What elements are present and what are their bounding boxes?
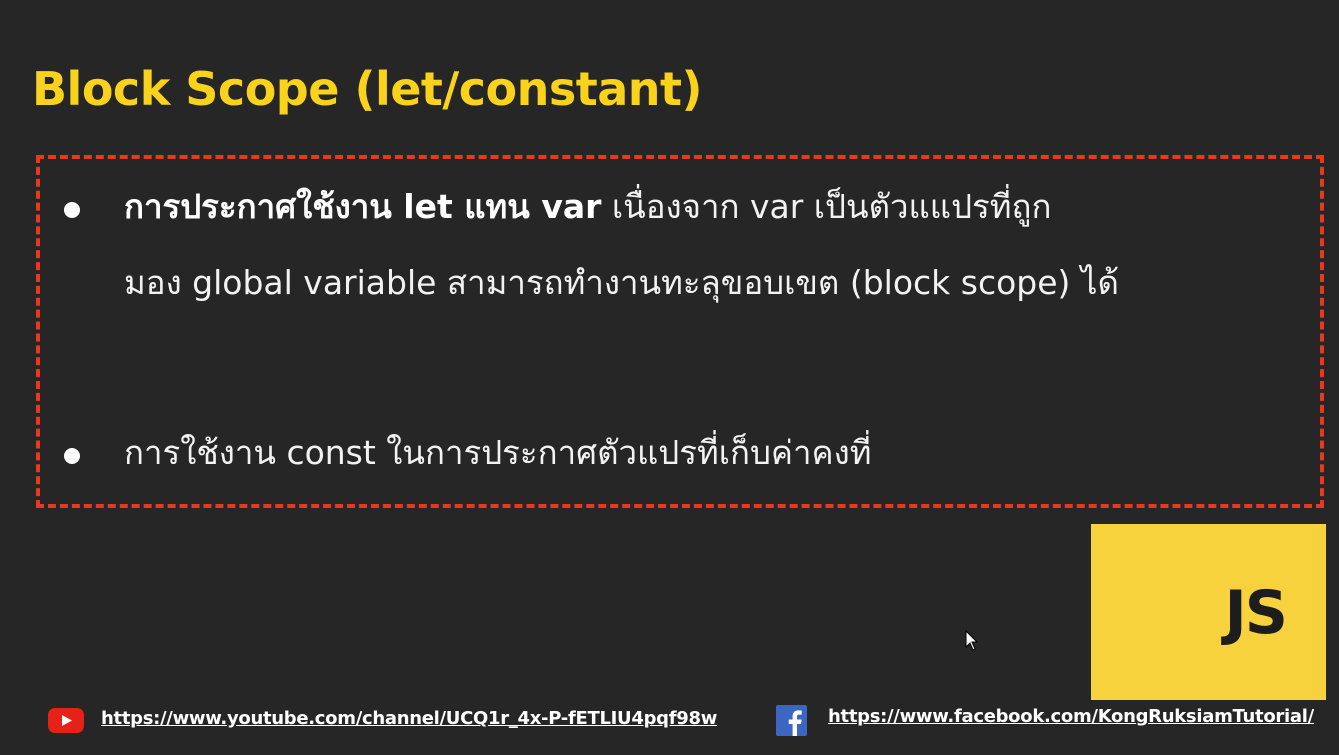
- youtube-icon[interactable]: [48, 708, 84, 733]
- youtube-link[interactable]: https://www.youtube.com/channel/UCQ1r_4x…: [101, 708, 717, 729]
- mouse-cursor-icon: [965, 630, 979, 651]
- bullet-dot: [64, 448, 80, 464]
- slide-title: Block Scope (let/constant): [32, 62, 703, 116]
- bullet-text: การประกาศใช้งาน let แทน var เนื่องจาก va…: [124, 169, 1314, 321]
- facebook-link[interactable]: https://www.facebook.com/KongRuksiamTuto…: [828, 706, 1314, 727]
- bullet-line: การประกาศใช้งาน let แทน var เนื่องจาก va…: [124, 169, 1314, 245]
- facebook-icon[interactable]: [776, 705, 807, 736]
- footer: https://www.youtube.com/channel/UCQ1r_4x…: [0, 700, 1339, 740]
- bullet-dot: [64, 202, 80, 218]
- bullet-text: การใช้งาน const ในการประกาศตัวแปรที่เก็บ…: [124, 433, 872, 472]
- bullet-bold-text: การประกาศใช้งาน let แทน var: [124, 187, 602, 226]
- content-box: การประกาศใช้งาน let แทน var เนื่องจาก va…: [36, 155, 1324, 508]
- js-logo: JS: [1091, 524, 1326, 700]
- js-logo-text: JS: [1224, 578, 1288, 648]
- bullet-rest-text: เนื่องจาก var เป็นตัวแแปรที่ถูก: [601, 187, 1052, 226]
- bullet-line-2: มอง global variable สามารถทำงานทะลุขอบเข…: [124, 263, 1119, 302]
